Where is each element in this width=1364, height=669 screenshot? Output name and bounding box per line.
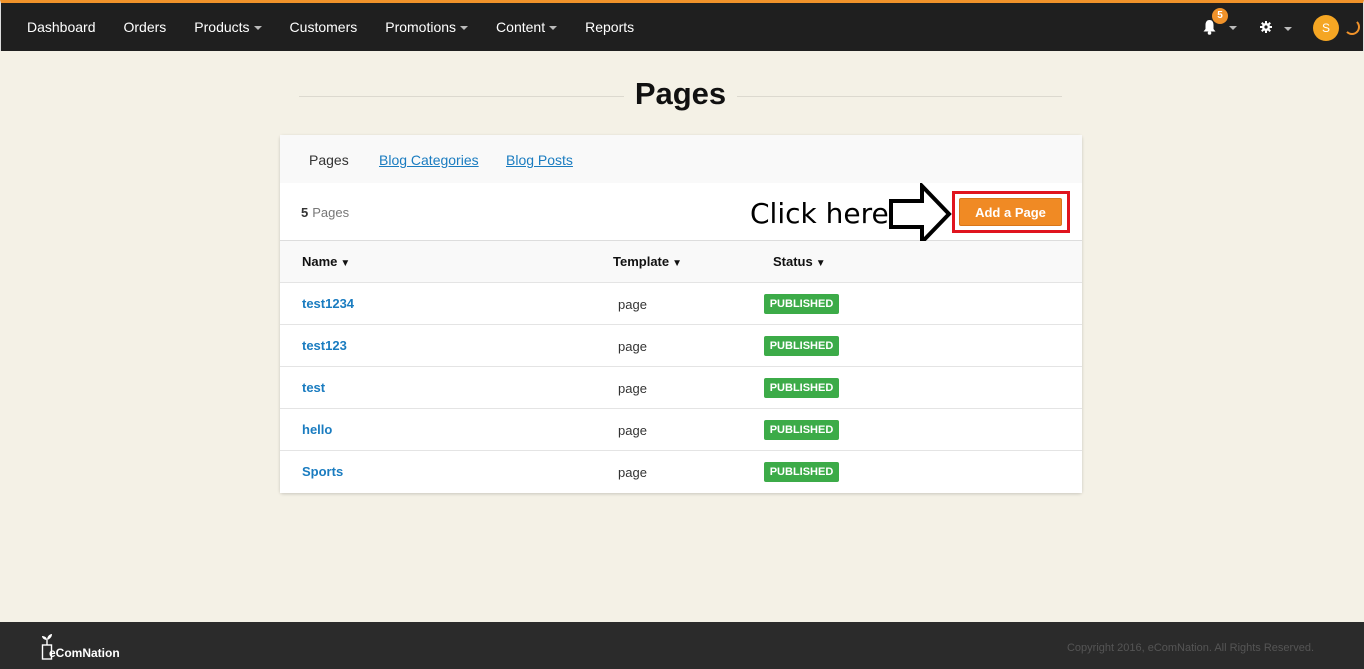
loading-spinner-icon [1344, 19, 1360, 35]
pages-panel: Pages Blog Categories Blog Posts 5 Pages … [280, 135, 1082, 493]
nav-products-label: Products [194, 19, 250, 35]
page-name-link[interactable]: hello [302, 422, 332, 437]
page-name-link[interactable]: test [302, 380, 325, 395]
table-row: test page PUBLISHED [280, 367, 1082, 409]
copyright-text: Copyright 2016, eComNation. All Rights R… [1066, 642, 1314, 654]
nav-reports[interactable]: Reports [585, 19, 634, 35]
title-divider-left [299, 96, 624, 97]
nav-orders[interactable]: Orders [124, 19, 167, 35]
table-row: Sports page PUBLISHED [280, 451, 1082, 493]
column-template-label: Template [613, 254, 670, 269]
status-badge: PUBLISHED [764, 336, 839, 356]
notification-count-badge: 5 [1212, 8, 1228, 24]
nav-promotions[interactable]: Promotions [385, 19, 469, 35]
table-row: hello page PUBLISHED [280, 409, 1082, 451]
chevron-down-icon [1229, 26, 1237, 30]
nav-orders-label: Orders [123, 19, 167, 35]
page-name-link[interactable]: test1234 [302, 296, 354, 311]
user-avatar[interactable]: S [1313, 15, 1339, 41]
page-template: page [618, 381, 647, 396]
nav-content-label: Content [496, 19, 546, 35]
column-name-header[interactable]: Name ▼ [302, 254, 350, 269]
page-name-link[interactable]: test123 [302, 338, 347, 353]
sort-down-icon: ▼ [815, 258, 826, 269]
click-here-annotation: Click here [750, 197, 889, 230]
nav-promotions-label: Promotions [385, 19, 457, 35]
chevron-down-icon [253, 26, 262, 30]
sort-down-icon: ▼ [340, 258, 351, 269]
content-tabs: Pages Blog Categories Blog Posts [280, 135, 1082, 183]
page-template: page [618, 297, 647, 312]
page-template: page [618, 423, 647, 438]
sort-down-icon: ▼ [672, 258, 683, 269]
chevron-down-icon [549, 26, 558, 30]
ecomnation-logo: eComNation [41, 634, 120, 660]
table-header: Name ▼ Template ▼ Status ▼ [280, 241, 1082, 283]
chevron-down-icon [1284, 27, 1292, 31]
page-title: Pages [634, 76, 727, 111]
main-nav: Dashboard Orders Products Customers Prom… [27, 3, 662, 51]
tab-blog-categories[interactable]: Blog Categories [379, 152, 479, 168]
table-row: test1234 page PUBLISHED [280, 283, 1082, 325]
table-row: test123 page PUBLISHED [280, 325, 1082, 367]
nav-products[interactable]: Products [194, 19, 262, 35]
column-status-header[interactable]: Status ▼ [773, 254, 826, 269]
status-badge: PUBLISHED [764, 294, 839, 314]
status-badge: PUBLISHED [764, 420, 839, 440]
tab-blog-posts[interactable]: Blog Posts [506, 152, 573, 168]
nav-reports-label: Reports [585, 19, 635, 35]
column-name-label: Name [302, 254, 338, 269]
page-template: page [618, 465, 647, 480]
pages-count-label: Pages [312, 205, 350, 220]
nav-customers[interactable]: Customers [290, 19, 358, 35]
tab-pages[interactable]: Pages [309, 152, 349, 168]
title-divider-right [737, 96, 1062, 97]
logo-text: eComNation [49, 646, 120, 660]
chevron-down-icon [460, 26, 469, 30]
nav-dashboard-label: Dashboard [27, 19, 96, 35]
status-badge: PUBLISHED [764, 462, 839, 482]
notifications-button[interactable]: 5 [1203, 8, 1237, 39]
page-header: Pages [299, 72, 1062, 120]
settings-button[interactable] [1260, 20, 1292, 36]
column-status-label: Status [773, 254, 813, 269]
pages-count-number: 5 [301, 205, 309, 220]
gear-icon [1260, 21, 1272, 33]
pages-toolbar: 5 Pages Click here Add a Page [280, 183, 1082, 245]
nav-dashboard[interactable]: Dashboard [27, 19, 96, 35]
add-page-button[interactable]: Add a Page [959, 198, 1062, 226]
nav-content[interactable]: Content [496, 19, 558, 35]
page-template: page [618, 339, 647, 354]
page-name-link[interactable]: Sports [302, 464, 343, 479]
pages-count: 5 Pages [301, 205, 349, 220]
top-navbar: Dashboard Orders Products Customers Prom… [0, 0, 1364, 51]
footer: eComNation Copyright 2016, eComNation. A… [0, 622, 1364, 669]
status-badge: PUBLISHED [764, 378, 839, 398]
arrow-right-icon [889, 183, 952, 245]
column-template-header[interactable]: Template ▼ [613, 254, 682, 269]
nav-customers-label: Customers [289, 19, 358, 35]
